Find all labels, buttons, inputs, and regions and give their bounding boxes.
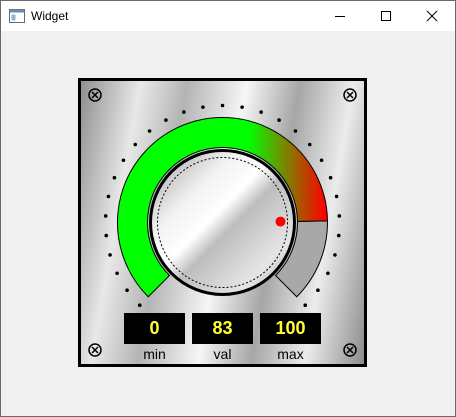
tick-dot	[104, 233, 109, 238]
value-label: val	[213, 346, 232, 362]
screw-icon	[343, 343, 357, 357]
tick-dot	[240, 105, 244, 109]
window-title: Widget	[31, 9, 69, 23]
tick-dot	[303, 303, 308, 308]
gauge-panel: 0 83 100 min val max	[78, 78, 367, 367]
tick-dot	[333, 253, 337, 257]
maximize-icon	[381, 11, 391, 21]
tick-dot	[307, 142, 312, 147]
value-display: 83	[192, 313, 253, 344]
tick-dot	[182, 110, 186, 114]
tick-dot	[277, 118, 281, 122]
gauge-knob[interactable]	[149, 149, 296, 296]
tick-dot	[112, 175, 117, 180]
min-label: min	[143, 346, 166, 362]
tick-dot	[108, 253, 112, 257]
tick-dot	[201, 105, 205, 109]
tick-dot	[326, 271, 330, 276]
tick-dot	[319, 158, 324, 163]
screw-icon	[88, 343, 102, 357]
tick-dot	[121, 158, 126, 163]
tick-dot	[220, 103, 225, 108]
tick-dot	[328, 175, 333, 180]
app-window: Widget 0 83 100 min val max	[0, 0, 456, 417]
min-display: 0	[124, 313, 185, 344]
max-display: 100	[260, 313, 321, 344]
title-bar[interactable]: Widget	[1, 1, 455, 31]
close-icon	[426, 10, 438, 22]
app-window-icon	[9, 9, 25, 23]
tick-dot	[147, 129, 152, 133]
max-label: max	[277, 346, 304, 362]
screw-icon	[88, 88, 102, 102]
tick-dot	[115, 271, 119, 276]
tick-dot	[103, 214, 108, 218]
tick-dot	[133, 142, 138, 147]
minimize-icon	[335, 16, 345, 17]
knob-indicator-dot	[275, 216, 286, 227]
minimize-button[interactable]	[317, 1, 363, 31]
close-button[interactable]	[409, 1, 455, 31]
tick-dot	[125, 288, 129, 293]
tick-dot	[164, 118, 168, 122]
tick-dot	[316, 288, 320, 293]
tick-dot	[137, 303, 142, 308]
maximize-button[interactable]	[363, 1, 409, 31]
screw-icon	[343, 88, 357, 102]
tick-dot	[106, 194, 111, 199]
tick-dot	[336, 233, 341, 238]
tick-dot	[293, 129, 298, 133]
tick-dot	[337, 214, 342, 218]
tick-dot	[334, 194, 339, 199]
tick-dot	[259, 110, 263, 114]
